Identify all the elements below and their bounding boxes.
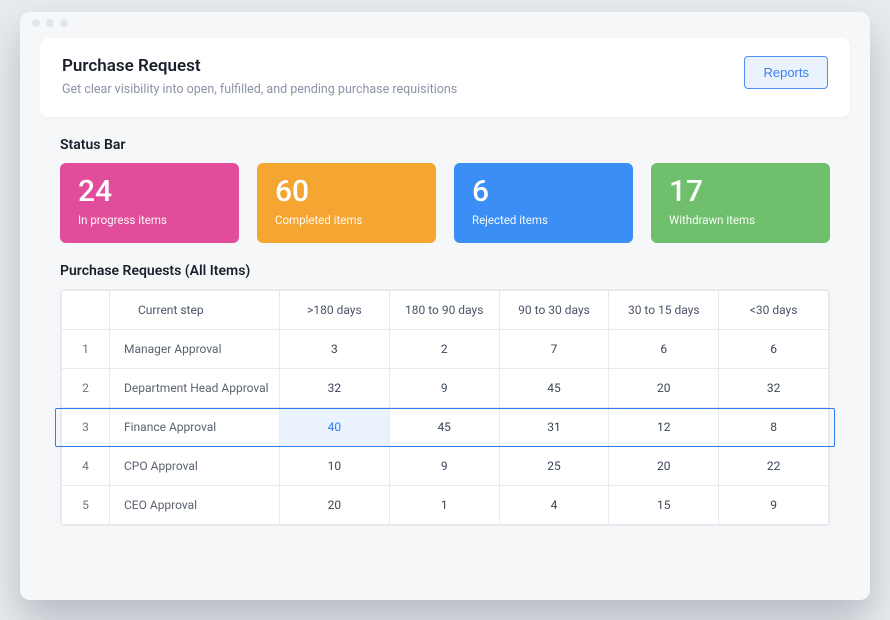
- row-step: Department Head Approval: [110, 369, 280, 408]
- table-title: Purchase Requests (All Items): [60, 263, 870, 279]
- cell[interactable]: 2: [389, 330, 499, 369]
- cell[interactable]: 20: [609, 447, 719, 486]
- cell[interactable]: 6: [719, 330, 829, 369]
- stat-card-completed[interactable]: 60 Completed items: [257, 163, 436, 243]
- table-row[interactable]: 4CPO Approval109252022: [62, 447, 829, 486]
- cell[interactable]: 40: [280, 408, 390, 447]
- titlebar: [20, 12, 870, 34]
- requests-table: Current step >180 days 180 to 90 days 90…: [61, 290, 829, 525]
- page-subtitle: Get clear visibility into open, fulfille…: [62, 82, 457, 97]
- row-step: CPO Approval: [110, 447, 280, 486]
- table-header-row: Current step >180 days 180 to 90 days 90…: [62, 291, 829, 330]
- table-row[interactable]: 1Manager Approval32766: [62, 330, 829, 369]
- stat-label: Completed items: [275, 213, 418, 227]
- cell[interactable]: 3: [280, 330, 390, 369]
- stat-card-rejected[interactable]: 6 Rejected items: [454, 163, 633, 243]
- window-dot: [46, 19, 54, 27]
- table-row[interactable]: 2Department Head Approval329452032: [62, 369, 829, 408]
- stat-value: 17: [669, 177, 812, 207]
- col-current-step[interactable]: Current step: [110, 291, 280, 330]
- requests-table-wrap: Current step >180 days 180 to 90 days 90…: [60, 289, 830, 526]
- cell[interactable]: 7: [499, 330, 609, 369]
- cell[interactable]: 10: [280, 447, 390, 486]
- row-index: 3: [62, 408, 110, 447]
- row-index: 1: [62, 330, 110, 369]
- cell[interactable]: 9: [719, 486, 829, 525]
- stat-value: 60: [275, 177, 418, 207]
- cell[interactable]: 45: [389, 408, 499, 447]
- cell[interactable]: 22: [719, 447, 829, 486]
- table-row[interactable]: 3Finance Approval404531128: [62, 408, 829, 447]
- row-step: CEO Approval: [110, 486, 280, 525]
- cell[interactable]: 12: [609, 408, 719, 447]
- window-dot: [32, 19, 40, 27]
- cell[interactable]: 6: [609, 330, 719, 369]
- app-window: Purchase Request Get clear visibility in…: [20, 12, 870, 600]
- header-card: Purchase Request Get clear visibility in…: [40, 38, 850, 117]
- col-blank: [62, 291, 110, 330]
- page-title: Purchase Request: [62, 56, 457, 76]
- cell[interactable]: 15: [609, 486, 719, 525]
- reports-button[interactable]: Reports: [744, 56, 828, 89]
- col-lt30[interactable]: <30 days: [719, 291, 829, 330]
- row-index: 5: [62, 486, 110, 525]
- row-step: Finance Approval: [110, 408, 280, 447]
- row-step: Manager Approval: [110, 330, 280, 369]
- cell[interactable]: 4: [499, 486, 609, 525]
- stat-card-in-progress[interactable]: 24 In progress items: [60, 163, 239, 243]
- col-30-15[interactable]: 30 to 15 days: [609, 291, 719, 330]
- stat-label: In progress items: [78, 213, 221, 227]
- cell[interactable]: 31: [499, 408, 609, 447]
- row-index: 4: [62, 447, 110, 486]
- cell[interactable]: 1: [389, 486, 499, 525]
- stat-label: Withdrawn items: [669, 213, 812, 227]
- table-row[interactable]: 5CEO Approval2014159: [62, 486, 829, 525]
- row-index: 2: [62, 369, 110, 408]
- col-180plus[interactable]: >180 days: [280, 291, 390, 330]
- col-180-90[interactable]: 180 to 90 days: [389, 291, 499, 330]
- cell[interactable]: 20: [280, 486, 390, 525]
- window-dot: [60, 19, 68, 27]
- stat-value: 6: [472, 177, 615, 207]
- stat-card-withdrawn[interactable]: 17 Withdrawn items: [651, 163, 830, 243]
- stat-label: Rejected items: [472, 213, 615, 227]
- cell[interactable]: 32: [280, 369, 390, 408]
- cell[interactable]: 45: [499, 369, 609, 408]
- cell[interactable]: 9: [389, 369, 499, 408]
- col-90-30[interactable]: 90 to 30 days: [499, 291, 609, 330]
- status-cards-row: 24 In progress items 60 Completed items …: [20, 163, 870, 243]
- stat-value: 24: [78, 177, 221, 207]
- cell[interactable]: 32: [719, 369, 829, 408]
- cell[interactable]: 8: [719, 408, 829, 447]
- cell[interactable]: 9: [389, 447, 499, 486]
- status-bar-label: Status Bar: [60, 137, 870, 153]
- cell[interactable]: 25: [499, 447, 609, 486]
- cell[interactable]: 20: [609, 369, 719, 408]
